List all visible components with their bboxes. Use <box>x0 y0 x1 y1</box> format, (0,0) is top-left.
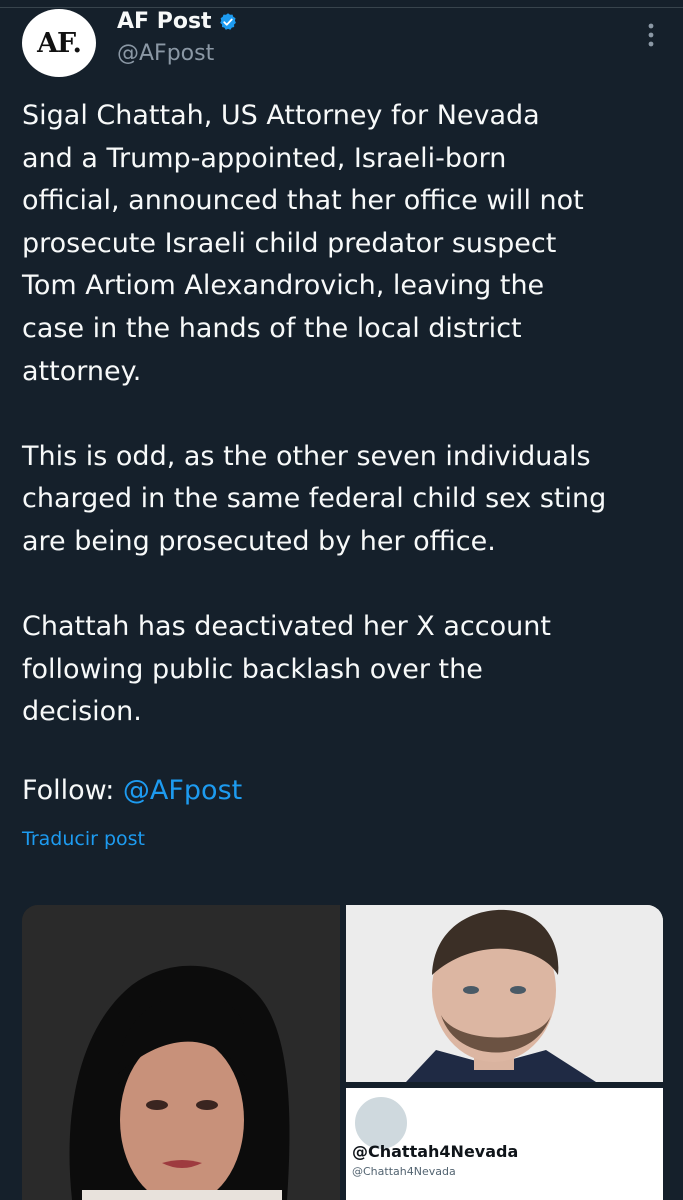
top-divider <box>0 0 683 8</box>
photo-woman-portrait[interactable] <box>22 905 340 1200</box>
avatar-logo-text: AF. <box>37 27 82 59</box>
card-handle: @Chattah4Nevada <box>352 1165 456 1178</box>
verified-badge-icon <box>219 12 236 30</box>
more-options-button[interactable] <box>636 20 666 50</box>
photo-man-portrait[interactable] <box>346 905 663 1082</box>
author-avatar[interactable]: AF. <box>22 9 96 77</box>
card-display-handle: @Chattah4Nevada <box>352 1142 519 1161</box>
follow-label: Follow: <box>22 775 123 806</box>
profile-card-screenshot[interactable]: @Chattah4Nevada @Chattah4Nevada <box>346 1088 663 1200</box>
media-grid: @Chattah4Nevada @Chattah4Nevada <box>22 905 663 1200</box>
more-options-icon <box>648 23 654 47</box>
woman-portrait-image <box>22 905 340 1200</box>
follow-handle-link[interactable]: @AFpost <box>123 775 242 806</box>
post-body-text: Sigal Chattah, US Attorney for Nevada an… <box>22 100 607 728</box>
man-portrait-image <box>346 905 663 1082</box>
follow-line: Follow: @AFpost <box>22 770 242 812</box>
author-name[interactable]: AF Post <box>117 9 212 34</box>
author-handle[interactable]: @AFpost <box>117 41 214 66</box>
author-name-row: AF Post <box>117 9 238 34</box>
translate-post-link[interactable]: Traducir post <box>22 828 145 850</box>
